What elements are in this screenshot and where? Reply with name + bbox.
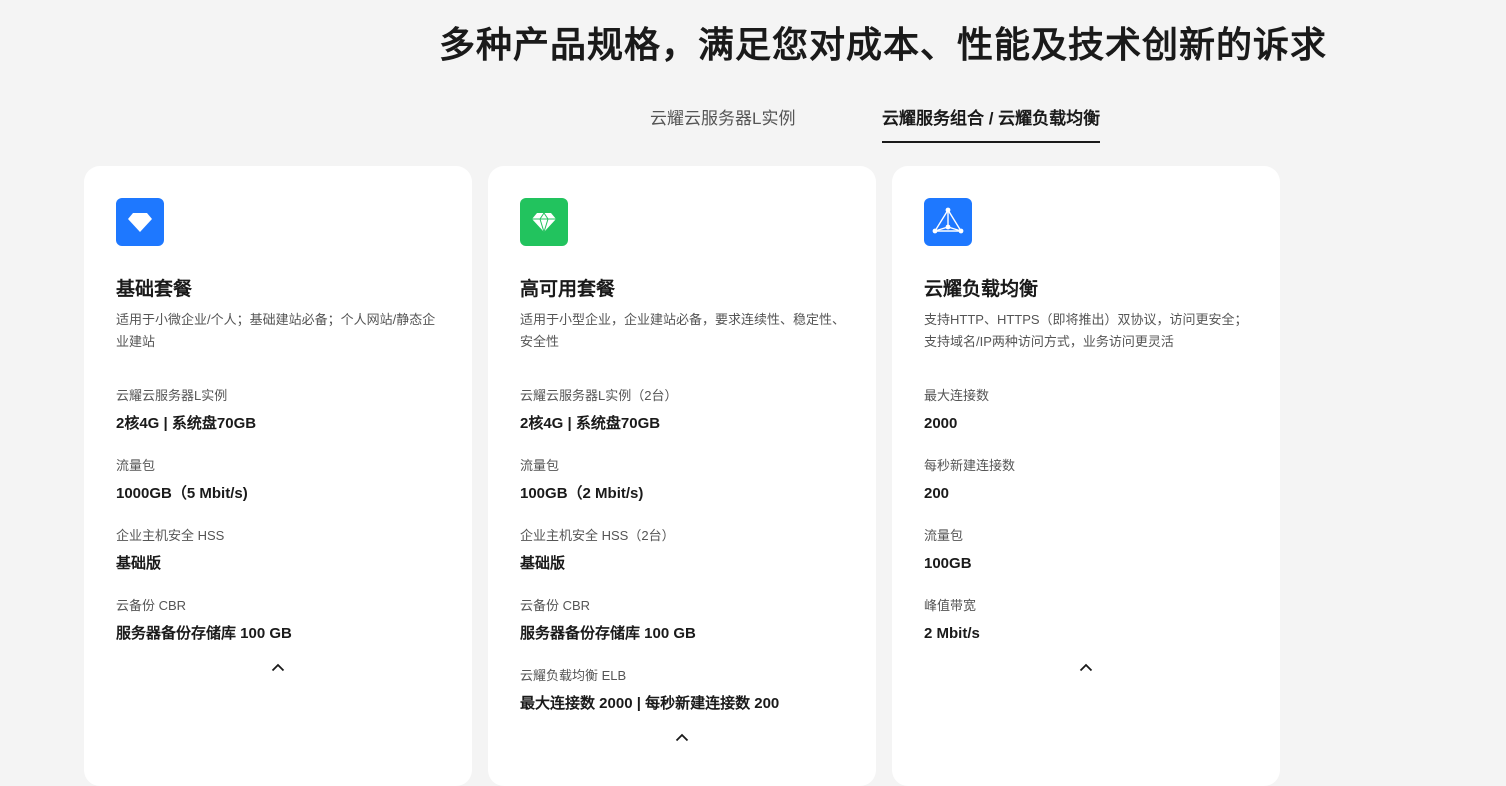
spec-label: 峰值带宽 (924, 598, 977, 613)
chevron-up-icon (675, 733, 689, 741)
spec-value: 2核4G | 系统盘70GB (520, 415, 661, 432)
plan-title: 基础套餐 (116, 279, 193, 300)
tab-service-bundle-load-balancer[interactable]: 云耀服务组合 / 云耀负载均衡 (882, 104, 1101, 143)
spec-item: 云耀云服务器L实例（2台） 2核4G | 系统盘70GB (520, 387, 850, 434)
plan-description: 支持HTTP、HTTPS（即将推出）双协议，访问更安全；支持域名/IP两种访问方… (924, 312, 1248, 349)
chevron-up-icon (271, 663, 285, 671)
collapse-button[interactable] (268, 660, 288, 674)
product-tabs: 云耀云服务器L实例 云耀服务组合 / 云耀负载均衡 (0, 104, 1506, 144)
chevron-up-icon (1079, 663, 1093, 671)
spec-item: 云耀云服务器L实例 2核4G | 系统盘70GB (116, 387, 446, 434)
spec-label: 云耀云服务器L实例 (116, 388, 228, 403)
spec-label: 最大连接数 (924, 388, 990, 403)
collapse-button[interactable] (672, 730, 692, 744)
spec-item: 每秒新建连接数 200 (924, 457, 1254, 504)
spec-value: 服务器备份存储库 100 GB (520, 625, 696, 642)
spec-label: 每秒新建连接数 (924, 458, 1016, 473)
gem-icon (520, 198, 568, 246)
spec-item: 流量包 1000GB（5 Mbit/s) (116, 457, 446, 504)
spec-item: 云耀负载均衡 ELB 最大连接数 2000 | 每秒新建连接数 200 (520, 667, 850, 714)
spec-item: 云备份 CBR 服务器备份存储库 100 GB (520, 597, 850, 644)
spec-value: 2 Mbit/s (924, 625, 980, 642)
spec-value: 最大连接数 2000 | 每秒新建连接数 200 (520, 695, 780, 712)
spec-value: 100GB (924, 555, 972, 572)
spec-value: 服务器备份存储库 100 GB (116, 625, 292, 642)
spec-item: 最大连接数 2000 (924, 387, 1254, 434)
page-title: 多种产品规格，满足您对成本、性能及技术创新的诉求 (438, 24, 1327, 65)
spec-label: 云备份 CBR (520, 598, 591, 613)
spec-item: 企业主机安全 HSS（2台） 基础版 (520, 527, 850, 574)
plan-card-basic: 基础套餐 适用于小微企业/个人；基础建站必备；个人网站/静态企业建站 云耀云服务… (84, 166, 472, 786)
spec-value: 1000GB（5 Mbit/s) (116, 485, 248, 502)
spec-value: 基础版 (520, 555, 566, 572)
load-balancer-icon (924, 198, 972, 246)
spec-item: 流量包 100GB（2 Mbit/s) (520, 457, 850, 504)
plan-title: 高可用套餐 (520, 279, 616, 300)
spec-label: 云备份 CBR (116, 598, 187, 613)
spec-label: 流量包 (116, 458, 156, 473)
spec-label: 流量包 (924, 528, 964, 543)
spec-label: 企业主机安全 HSS (116, 528, 225, 543)
plan-card-high-availability: 高可用套餐 适用于小型企业，企业建站必备，要求连续性、稳定性、安全性 云耀云服务… (488, 166, 876, 786)
collapse-button[interactable] (1076, 660, 1096, 674)
spec-value: 2核4G | 系统盘70GB (116, 415, 257, 432)
spec-label: 云耀云服务器L实例（2台） (520, 388, 678, 403)
tab-lightweight-server[interactable]: 云耀云服务器L实例 (650, 104, 795, 141)
plan-title: 云耀负载均衡 (924, 279, 1039, 300)
spec-label: 云耀负载均衡 ELB (520, 668, 627, 683)
spec-value: 100GB（2 Mbit/s) (520, 485, 644, 502)
spec-item: 云备份 CBR 服务器备份存储库 100 GB (116, 597, 446, 644)
spec-value: 基础版 (116, 555, 162, 572)
spec-item: 流量包 100GB (924, 527, 1254, 574)
spec-value: 200 (924, 485, 950, 502)
spec-item: 企业主机安全 HSS 基础版 (116, 527, 446, 574)
diamond-icon (116, 198, 164, 246)
plan-description: 适用于小微企业/个人；基础建站必备；个人网站/静态企业建站 (116, 312, 436, 349)
spec-label: 企业主机安全 HSS（2台） (520, 528, 675, 543)
plan-description: 适用于小型企业，企业建站必备，要求连续性、稳定性、安全性 (520, 312, 846, 349)
spec-label: 流量包 (520, 458, 560, 473)
spec-value: 2000 (924, 415, 958, 432)
spec-item: 峰值带宽 2 Mbit/s (924, 597, 1254, 644)
plan-card-load-balancer: 云耀负载均衡 支持HTTP、HTTPS（即将推出）双协议，访问更安全；支持域名/… (892, 166, 1280, 786)
